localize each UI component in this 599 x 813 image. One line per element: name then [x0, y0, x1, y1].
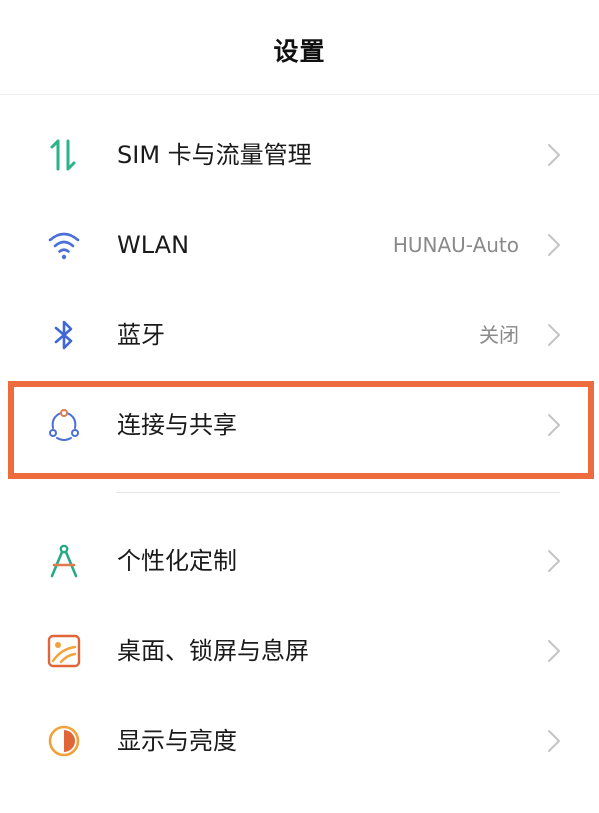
settings-screen: 设置 SIM 卡与流量管理 WLAN HUNAU-Auto 蓝牙 关闭 连接与共… — [0, 0, 599, 813]
chevron-right-icon — [542, 232, 566, 258]
chevron-right-icon — [542, 142, 566, 168]
page-title: 设置 — [273, 37, 326, 66]
bluetooth-icon — [44, 315, 84, 355]
settings-item-label: 个性化定制 — [117, 547, 237, 575]
wifi-icon — [44, 225, 84, 265]
chevron-right-icon — [542, 638, 566, 664]
settings-item-label: 蓝牙 — [117, 321, 165, 349]
settings-item-display-brightness[interactable]: 显示与亮度 — [0, 696, 599, 786]
chevron-right-icon — [542, 322, 566, 348]
settings-item-label: 显示与亮度 — [117, 727, 237, 755]
settings-item-personalization[interactable]: 个性化定制 — [0, 516, 599, 606]
wallpaper-icon — [44, 631, 84, 671]
settings-item-wlan[interactable]: WLAN HUNAU-Auto — [0, 200, 599, 290]
settings-item-desktop-lockscreen[interactable]: 桌面、锁屏与息屏 — [0, 606, 599, 696]
section-divider — [116, 492, 560, 493]
settings-item-value: HUNAU-Auto — [392, 233, 519, 257]
personalization-icon — [44, 541, 84, 581]
chevron-right-icon — [542, 548, 566, 574]
chevron-right-icon — [542, 728, 566, 754]
settings-item-bluetooth[interactable]: 蓝牙 关闭 — [0, 290, 599, 380]
settings-item-label: 桌面、锁屏与息屏 — [117, 637, 309, 665]
header: 设置 — [0, 0, 599, 95]
settings-item-label: SIM 卡与流量管理 — [117, 141, 312, 169]
sim-data-icon — [44, 135, 84, 175]
settings-item-sim[interactable]: SIM 卡与流量管理 — [0, 110, 599, 200]
settings-item-label: WLAN — [117, 231, 190, 259]
display-brightness-icon — [44, 721, 84, 761]
highlight-box — [8, 381, 594, 479]
settings-item-value: 关闭 — [479, 323, 519, 347]
